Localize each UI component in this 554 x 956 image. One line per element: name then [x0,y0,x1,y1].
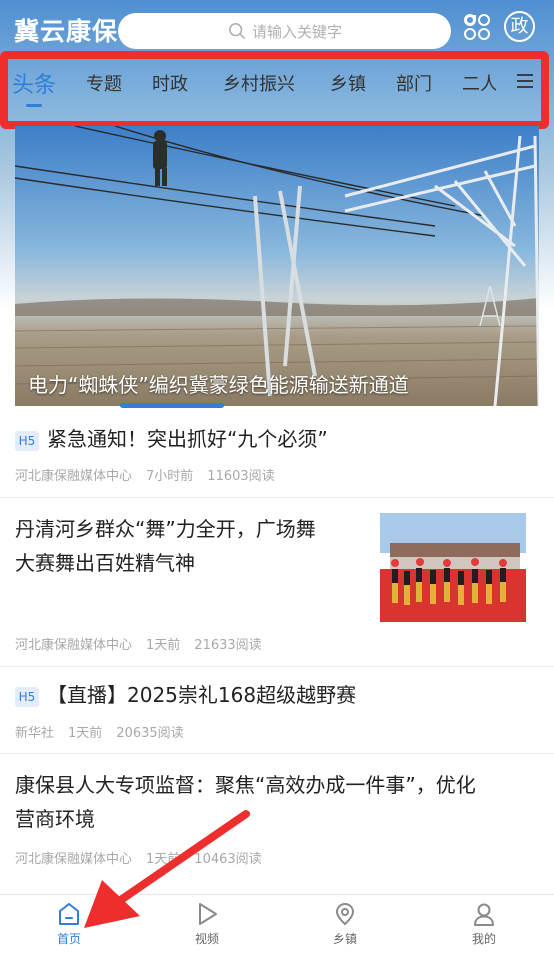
search-input[interactable]: 请输入关键字 [118,13,451,49]
news-source: 新华社 [15,726,55,741]
news-title-line1: 丹清河乡群众“舞”力全开，广场舞 [15,517,316,541]
nav-label: 乡镇 [332,932,357,946]
news-reads: 11603阅读 [207,469,275,484]
news-title: H5 【直播】2025崇礼168超级越野赛 [15,678,539,712]
news-item[interactable]: 丹清河乡群众“舞”力全开，广场舞 大赛舞出百姓精气神 [15,512,365,580]
news-title-line1: 康保县人大专项监督：聚焦“高效办成一件事”，优化 [15,773,476,797]
divider [0,753,554,754]
banner-image [15,126,539,406]
location-icon [335,902,355,926]
pointer-arrow-annotation [84,810,250,928]
news-meta: 河北康保融媒体中心 1天前 21633阅读 [15,634,276,653]
news-reads: 21633阅读 [194,638,262,653]
news-title-line2: 大赛舞出百姓精气神 [15,551,195,575]
headline-banner[interactable]: 电力“蜘蛛侠”编织冀蒙绿色能源输送新通道 [15,126,539,406]
highlight-annotation-box [0,51,549,129]
apps-grid-icon[interactable] [462,12,492,42]
news-title-text: 紧急通知！突出抓好“九个必须” [47,427,328,451]
nav-townships[interactable]: 乡镇 [310,901,380,947]
news-item[interactable]: H5 【直播】2025崇礼168超级越野赛 [15,678,539,712]
news-source: 河北康保融媒体中心 [15,469,133,484]
banner-caption: 电力“蜘蛛侠”编织冀蒙绿色能源输送新通道 [28,373,409,397]
government-icon[interactable]: 政 [504,11,535,42]
news-title: H5 紧急通知！突出抓好“九个必须” [15,422,539,456]
news-thumbnail[interactable] [380,513,526,622]
nav-profile[interactable]: 我的 [449,901,519,947]
user-icon [474,903,494,926]
h5-badge: H5 [15,686,39,707]
news-time: 1天前 [68,726,103,741]
h5-badge: H5 [15,430,39,451]
divider [0,497,554,498]
news-source: 河北康保融媒体中心 [15,638,133,653]
carousel-indicator [120,403,224,408]
search-placeholder: 请输入关键字 [252,23,343,41]
app-title: 冀云康保 [14,17,119,46]
news-meta: 河北康保融媒体中心 7小时前 11603阅读 [15,465,289,484]
news-meta: 新华社 1天前 20635阅读 [15,722,198,741]
news-time: 7小时前 [146,469,194,484]
divider [0,666,554,667]
news-reads: 20635阅读 [116,726,184,741]
nav-label: 我的 [471,932,496,946]
news-title-text: 【直播】2025崇礼168超级越野赛 [47,683,357,707]
search-icon [228,22,246,40]
news-time: 1天前 [146,638,181,653]
news-item[interactable]: H5 紧急通知！突出抓好“九个必须” [15,422,539,456]
thumbnail-image [380,513,526,622]
